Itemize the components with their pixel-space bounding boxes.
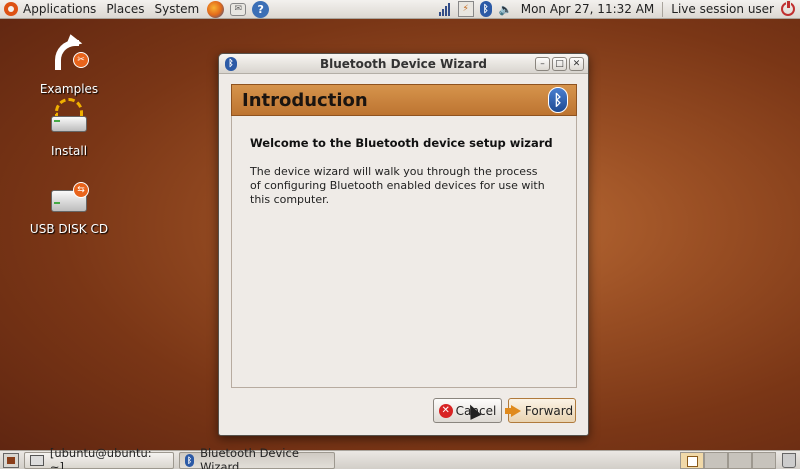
workspace-1[interactable] xyxy=(680,451,704,469)
taskbar-item-label: Bluetooth Device Wizard xyxy=(200,446,299,469)
usb-drive-icon: ⇆ xyxy=(49,176,89,218)
page-title: Introduction xyxy=(242,89,368,111)
wizard-description: The device wizard will walk you through … xyxy=(250,165,545,206)
panel-separator xyxy=(662,1,664,17)
welcome-heading: Welcome to the Bluetooth device setup wi… xyxy=(250,136,553,150)
desktop-icon-usb-disk[interactable]: ⇆ USB DISK CD xyxy=(26,176,112,236)
bluetooth-window-icon[interactable]: ᛒ xyxy=(225,56,237,71)
forward-button[interactable]: Forward xyxy=(504,398,576,423)
workspace-4[interactable] xyxy=(752,451,776,469)
forward-label: Forward xyxy=(524,403,574,418)
bluetooth-logo-icon: ᛒ xyxy=(548,87,568,113)
desktop-icon-label: Install xyxy=(50,144,88,158)
top-panel: Applications Places System ✉ ? ⚡ ᛒ 🔈 Mon… xyxy=(0,0,800,19)
workspace-2[interactable] xyxy=(704,451,728,469)
bluetooth-task-icon: ᛒ xyxy=(185,453,195,467)
forward-arrow-icon xyxy=(504,404,521,417)
bluetooth-tray-icon[interactable]: ᛒ xyxy=(479,1,492,17)
maximize-button[interactable]: □ xyxy=(552,56,567,71)
taskbar-item-terminal[interactable]: [ubuntu@ubuntu: ~] xyxy=(24,446,174,469)
applications-menu[interactable]: Applications xyxy=(18,0,101,19)
workspace-3[interactable] xyxy=(728,451,752,469)
desktop-icon-label: Examples xyxy=(39,82,99,96)
ubuntu-logo-icon[interactable] xyxy=(4,2,18,16)
session-user[interactable]: Live session user xyxy=(667,2,778,16)
network-signal-icon[interactable] xyxy=(438,2,451,16)
help-icon[interactable]: ? xyxy=(252,0,270,18)
workspace-switcher xyxy=(680,451,776,469)
show-desktop-icon[interactable] xyxy=(3,452,19,468)
window-titlebar[interactable]: ᛒ Bluetooth Device Wizard – □ ✕ xyxy=(219,54,588,74)
volume-icon[interactable]: 🔈 xyxy=(498,1,514,17)
system-menu[interactable]: System xyxy=(149,0,204,19)
examples-icon: ✂ xyxy=(49,31,89,78)
cancel-icon: ✕ xyxy=(438,403,453,418)
window-controls: – □ ✕ xyxy=(533,56,584,71)
bluetooth-wizard-window: ᛒ Bluetooth Device Wizard – □ ✕ Introduc… xyxy=(218,53,589,436)
wizard-content: Welcome to the Bluetooth device setup wi… xyxy=(231,116,577,388)
bottom-panel: [ubuntu@ubuntu: ~] ᛒ Bluetooth Device Wi… xyxy=(0,446,800,469)
system-tray: ⚡ ᛒ 🔈 Mon Apr 27, 11:32 AM Live session … xyxy=(435,0,800,19)
mail-icon[interactable]: ✉ xyxy=(230,2,247,16)
desktop-icon-examples[interactable]: ✂ Examples xyxy=(26,31,112,96)
desktop-icon-install[interactable]: Install xyxy=(26,98,112,158)
terminal-icon xyxy=(30,454,44,466)
close-button[interactable]: ✕ xyxy=(569,56,584,71)
power-icon[interactable] xyxy=(781,0,795,16)
places-menu[interactable]: Places xyxy=(101,0,149,19)
firefox-icon[interactable] xyxy=(207,0,225,18)
wizard-header: Introduction ᛒ xyxy=(231,84,577,116)
trash-icon[interactable] xyxy=(782,452,796,468)
taskbar-item-label: [ubuntu@ubuntu: ~] xyxy=(49,446,152,469)
taskbar-item-bluetooth-wizard[interactable]: ᛒ Bluetooth Device Wizard xyxy=(179,446,335,469)
update-notifier-icon[interactable]: ⚡ xyxy=(457,1,474,17)
minimize-button[interactable]: – xyxy=(535,56,550,71)
clock[interactable]: Mon Apr 27, 11:32 AM xyxy=(517,2,659,16)
install-icon xyxy=(49,98,89,140)
desktop-icon-label: USB DISK CD xyxy=(29,222,109,236)
